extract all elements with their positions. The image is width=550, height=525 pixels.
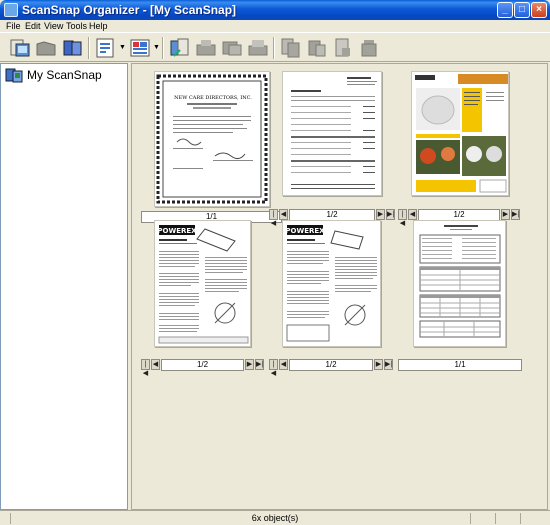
view-mode-icon[interactable] [94, 36, 118, 60]
prev-page-button[interactable]: ◀ [279, 359, 288, 370]
thumbnail-view[interactable]: NEW CARE DIRECTORS, INC. 1/1 |◀ ◀ 1/2 ▶ … [131, 63, 548, 510]
rotate-icon[interactable] [305, 36, 329, 60]
menu-view[interactable]: View [44, 20, 63, 32]
manual-page-image: POWEREX [285, 225, 377, 342]
form-page-image [419, 225, 501, 338]
next-page-button[interactable]: ▶ [376, 209, 385, 220]
tree-item-label: My ScanSnap [27, 68, 102, 82]
toolbar-separator [273, 37, 275, 59]
prev-page-button[interactable]: ◀ [408, 209, 417, 220]
pager: |◀ ◀ 1/2 ▶ ▶| [269, 359, 394, 377]
sort-icon[interactable] [128, 36, 152, 60]
status-divider [495, 513, 496, 524]
toolbar: ▼ ▼ [0, 32, 550, 62]
document-thumbnail[interactable] [282, 71, 382, 196]
menu-bar: File Edit View Tools Help [0, 20, 550, 32]
copy-icon[interactable] [279, 36, 303, 60]
page-indicator: 1/1 [398, 359, 522, 371]
status-divider [470, 513, 471, 524]
prev-page-button[interactable]: ◀ [279, 209, 288, 220]
menu-tools[interactable]: Tools [66, 20, 87, 32]
next-page-button[interactable]: ▶ [245, 359, 254, 370]
last-page-button[interactable]: ▶| [511, 209, 520, 220]
minimize-button[interactable]: _ [497, 2, 513, 18]
first-page-button[interactable]: |◀ [269, 209, 278, 227]
page-icon[interactable] [331, 36, 355, 60]
prev-page-button[interactable]: ◀ [151, 359, 160, 370]
print-icon[interactable] [194, 36, 218, 60]
manual-page-image: POWEREX [157, 225, 249, 344]
manual-brand-text: POWEREX [285, 227, 325, 235]
toolbar-separator [88, 37, 90, 59]
first-page-button[interactable]: |◀ [141, 359, 150, 377]
next-page-button[interactable]: ▶ [374, 359, 383, 370]
next-page-button[interactable]: ▶ [501, 209, 510, 220]
certificate-page-image: NEW CARE DIRECTORS, INC. [156, 74, 268, 204]
last-page-button[interactable]: ▶| [255, 359, 264, 370]
document-thumbnail[interactable]: POWEREX [154, 220, 251, 347]
brochure-page-image [412, 72, 508, 193]
delete-icon[interactable] [357, 36, 381, 60]
last-page-button[interactable]: ▶| [386, 209, 395, 220]
document-thumbnail[interactable] [411, 71, 509, 196]
last-page-button[interactable]: ▶| [384, 359, 393, 370]
view-mode-dropdown-icon[interactable]: ▼ [119, 44, 126, 52]
app-icon [4, 3, 18, 17]
sort-dropdown-icon[interactable]: ▼ [153, 44, 160, 52]
first-page-button[interactable]: |◀ [269, 359, 278, 377]
certificate-heading: NEW CARE DIRECTORS, INC. [174, 95, 252, 101]
toolbar-separator [162, 37, 164, 59]
scansnap-folder-icon [5, 68, 23, 83]
page-indicator: 1/2 [289, 359, 373, 371]
status-bar: 6x object(s) [0, 510, 550, 525]
document-thumbnail[interactable] [413, 220, 506, 347]
folder-icon[interactable] [60, 36, 84, 60]
scan-icon[interactable] [8, 36, 32, 60]
menu-file[interactable]: File [6, 20, 21, 32]
pager: |◀ ◀ 1/2 ▶ ▶| [141, 359, 265, 377]
pager: 1/1 [398, 359, 522, 371]
invoice-page-image [291, 77, 377, 189]
document-thumbnail[interactable]: NEW CARE DIRECTORS, INC. [154, 71, 270, 207]
folder-tree[interactable]: My ScanSnap [0, 63, 128, 510]
first-page-button[interactable]: |◀ [398, 209, 407, 227]
menu-help[interactable]: Help [89, 20, 108, 32]
maximize-button[interactable]: □ [514, 2, 530, 18]
document-thumbnail[interactable]: POWEREX [282, 220, 381, 347]
close-button[interactable]: × [531, 2, 547, 18]
open-icon[interactable] [34, 36, 58, 60]
mail-icon[interactable] [220, 36, 244, 60]
menu-edit[interactable]: Edit [25, 20, 41, 32]
page-indicator: 1/2 [161, 359, 244, 371]
window-title: ScanSnap Organizer - [My ScanSnap] [22, 3, 237, 17]
title-bar[interactable]: ScanSnap Organizer - [My ScanSnap] _ □ × [0, 0, 550, 20]
manual-brand-text: POWEREX [157, 227, 197, 235]
fax-icon[interactable] [246, 36, 270, 60]
object-count: 6x object(s) [251, 513, 299, 523]
export-icon[interactable] [168, 36, 192, 60]
status-divider [520, 513, 521, 524]
tree-item-my-scansnap[interactable]: My ScanSnap [5, 66, 102, 84]
